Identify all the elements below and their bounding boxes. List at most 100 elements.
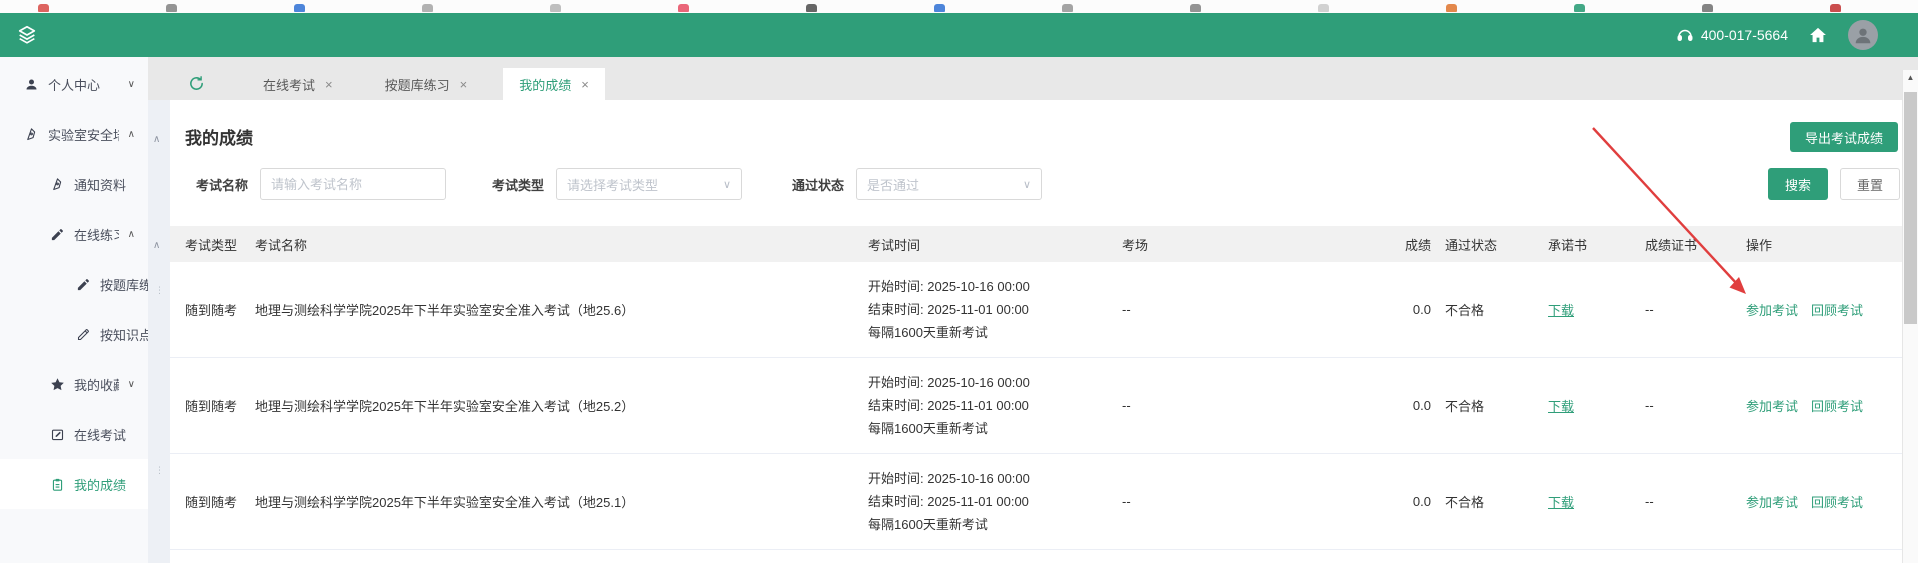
exam-time-line: 每隔1600天重新考试 bbox=[868, 417, 1122, 440]
cell-exam-time: 开始时间: 2025-10-16 00:00结束时间: 2025-11-01 0… bbox=[868, 371, 1122, 440]
cell-pass-status: 不合格 bbox=[1445, 396, 1548, 415]
tab-1[interactable]: 在线考试 × bbox=[247, 68, 349, 100]
cell-certificate: -- bbox=[1645, 494, 1746, 509]
pen-nib-icon bbox=[50, 177, 65, 192]
reset-button[interactable]: 重置 bbox=[1840, 168, 1900, 200]
browser-favicon bbox=[38, 4, 49, 12]
table-row: 随到随考地理与测绘科学学院2025年下半年实验室安全准入考试（地25.1）开始时… bbox=[170, 454, 1918, 550]
filter-bar: 考试名称考试类型请选择考试类型∨通过状态是否通过∨ bbox=[196, 168, 1042, 200]
select-value: 请选择考试类型 bbox=[567, 175, 658, 194]
column-header: 成绩证书 bbox=[1645, 235, 1746, 254]
review-exam-link[interactable]: 回顾考试 bbox=[1811, 396, 1863, 415]
chevron-up-icon[interactable]: ∧ bbox=[153, 134, 160, 145]
sidebar-item-label: 按知识点... bbox=[100, 325, 148, 344]
sidebar-item[interactable]: 个人中心∨ bbox=[0, 59, 148, 109]
table-body: 随到随考地理与测绘科学学院2025年下半年实验室安全准入考试（地25.6）开始时… bbox=[170, 262, 1918, 550]
avatar[interactable] bbox=[1848, 20, 1878, 50]
filter-select[interactable]: 是否通过∨ bbox=[856, 168, 1042, 200]
download-link[interactable]: 下载 bbox=[1548, 399, 1574, 414]
pencil-icon bbox=[50, 227, 65, 242]
browser-favicon bbox=[678, 4, 689, 12]
sidebar-item[interactable]: 我的收藏∨ bbox=[0, 359, 148, 409]
app-logo-icon[interactable] bbox=[16, 24, 38, 46]
chevron-up-icon: ∧ bbox=[128, 229, 135, 240]
sidebar-item[interactable]: 实验室安全培...∧ bbox=[0, 109, 148, 159]
filter-label: 考试类型 bbox=[492, 175, 544, 194]
join-exam-link[interactable]: 参加考试 bbox=[1746, 396, 1798, 415]
join-exam-link[interactable]: 参加考试 bbox=[1746, 300, 1798, 319]
cell-pass-status: 不合格 bbox=[1445, 300, 1548, 319]
home-icon[interactable] bbox=[1808, 25, 1828, 45]
column-header: 操作 bbox=[1746, 235, 1918, 254]
table-header-row: 考试类型考试名称考试时间考场成绩通过状态承诺书成绩证书操作 bbox=[170, 226, 1918, 262]
download-link[interactable]: 下载 bbox=[1548, 303, 1574, 318]
export-scores-button[interactable]: 导出考试成绩 bbox=[1790, 122, 1898, 152]
column-header: 考试类型 bbox=[170, 235, 255, 254]
sidebar-item[interactable]: 在线考试 bbox=[0, 409, 148, 459]
browser-tab-strip bbox=[0, 0, 1918, 13]
scroll-up-icon[interactable]: ▲ bbox=[1903, 70, 1918, 85]
column-header: 承诺书 bbox=[1548, 235, 1645, 254]
cell-actions: 参加考试回顾考试 bbox=[1746, 492, 1918, 511]
exam-time-line: 结束时间: 2025-11-01 00:00 bbox=[868, 394, 1122, 417]
tab-label: 我的成绩 bbox=[519, 75, 571, 94]
cell-exam-type: 随到随考 bbox=[170, 396, 255, 415]
cell-exam-name: 地理与测绘科学学院2025年下半年实验室安全准入考试（地25.6） bbox=[255, 300, 868, 319]
sidebar-item[interactable]: 按知识点... bbox=[0, 309, 148, 359]
cell-promise: 下载 bbox=[1548, 300, 1645, 319]
column-header: 考试名称 bbox=[255, 235, 868, 254]
clipboard-icon bbox=[50, 477, 65, 492]
chevron-down-icon: ∨ bbox=[128, 379, 135, 390]
headset-icon bbox=[1676, 26, 1694, 44]
download-link[interactable]: 下载 bbox=[1548, 495, 1574, 510]
close-icon[interactable]: × bbox=[581, 77, 589, 92]
pencil-outline-icon bbox=[76, 327, 91, 342]
cell-exam-room: -- bbox=[1122, 398, 1398, 413]
browser-favicon bbox=[422, 4, 433, 12]
scrollbar-thumb[interactable] bbox=[1904, 92, 1917, 324]
exam-time-line: 开始时间: 2025-10-16 00:00 bbox=[868, 275, 1122, 298]
exam-time-line: 开始时间: 2025-10-16 00:00 bbox=[868, 467, 1122, 490]
cell-score: 0.0 bbox=[1398, 302, 1445, 317]
tab-3[interactable]: 我的成绩 × bbox=[503, 68, 605, 100]
exam-time-line: 每隔1600天重新考试 bbox=[868, 513, 1122, 536]
tab-label: 按题库练习 bbox=[385, 75, 450, 94]
exam-time-line: 结束时间: 2025-11-01 00:00 bbox=[868, 490, 1122, 513]
review-exam-link[interactable]: 回顾考试 bbox=[1811, 300, 1863, 319]
close-icon[interactable]: × bbox=[460, 77, 468, 92]
chevron-up-icon[interactable]: ∧ bbox=[153, 240, 160, 251]
collapse-gutter[interactable]: ∧ ∧ ⋮ ⋮ bbox=[148, 100, 170, 563]
browser-favicon bbox=[1318, 4, 1329, 12]
browser-favicon bbox=[806, 4, 817, 12]
cell-score: 0.0 bbox=[1398, 494, 1445, 509]
sidebar-item-label: 通知资料 bbox=[74, 175, 126, 194]
cell-exam-room: -- bbox=[1122, 494, 1398, 509]
filter-select[interactable]: 请选择考试类型∨ bbox=[556, 168, 742, 200]
exam-name-input[interactable] bbox=[260, 168, 446, 200]
edit-square-icon bbox=[50, 427, 65, 442]
page-title: 我的成绩 bbox=[185, 124, 253, 149]
cell-exam-type: 随到随考 bbox=[170, 492, 255, 511]
cell-exam-room: -- bbox=[1122, 302, 1398, 317]
cell-exam-name: 地理与测绘科学学院2025年下半年实验室安全准入考试（地25.1） bbox=[255, 492, 868, 511]
sidebar-item[interactable]: 通知资料 bbox=[0, 159, 148, 209]
review-exam-link[interactable]: 回顾考试 bbox=[1811, 492, 1863, 511]
star-icon bbox=[50, 377, 65, 392]
cell-certificate: -- bbox=[1645, 398, 1746, 413]
tab-label: 在线考试 bbox=[263, 75, 315, 94]
drag-handle-icon: ⋮ bbox=[155, 288, 164, 293]
sidebar-item[interactable]: 在线练习∧ bbox=[0, 209, 148, 259]
cell-actions: 参加考试回顾考试 bbox=[1746, 300, 1918, 319]
cell-pass-status: 不合格 bbox=[1445, 492, 1548, 511]
scrollbar[interactable]: ▲ bbox=[1902, 70, 1918, 563]
sidebar-item[interactable]: 我的成绩 bbox=[0, 459, 148, 509]
close-icon[interactable]: × bbox=[325, 77, 333, 92]
join-exam-link[interactable]: 参加考试 bbox=[1746, 492, 1798, 511]
sidebar-item-label: 按题库练... bbox=[100, 275, 148, 294]
sidebar-item[interactable]: 按题库练... bbox=[0, 259, 148, 309]
browser-favicon bbox=[1446, 4, 1457, 12]
search-button[interactable]: 搜索 bbox=[1768, 168, 1828, 200]
chevron-up-icon: ∧ bbox=[128, 129, 135, 140]
refresh-icon[interactable] bbox=[188, 75, 205, 92]
tab-2[interactable]: 按题库练习 × bbox=[369, 68, 484, 100]
